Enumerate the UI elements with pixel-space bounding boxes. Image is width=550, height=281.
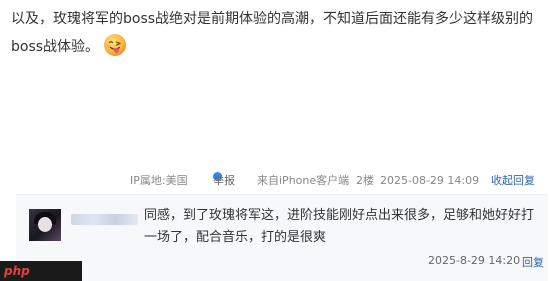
post-text: 以及，玫瑰将军的boss战绝对是前期体验的高潮，不知道后面还能有多少这样级别的b… [11, 11, 534, 55]
avatar[interactable] [29, 209, 61, 241]
site-watermark: php [0, 261, 82, 281]
collapse-replies-button[interactable]: 收起回复 [491, 172, 535, 190]
post-timestamp: 2025-08-29 14:09 [380, 174, 480, 187]
reply-text: 同感，到了玫瑰将军这，进阶技能刚好点出来很多，足够和她好好打一场了，配合音乐，打… [144, 208, 535, 245]
ip-location: IP属地:美国 [130, 174, 188, 187]
reply-button[interactable]: 回复 [522, 254, 544, 270]
client-source: 来自iPhone客户端 [257, 174, 350, 187]
reply-list: 同感，到了玫瑰将军这，进阶技能刚好点出来很多，足够和她好好打一场了，配合音乐，打… [16, 194, 548, 281]
post-container: 以及，玫瑰将军的boss战绝对是前期体验的高潮，不知道后面还能有多少这样级别的b… [0, 0, 550, 281]
report-label: 举报 [213, 174, 235, 187]
floor-number: 2楼 [356, 174, 374, 187]
username-blurred[interactable] [71, 214, 138, 225]
avatar-face [38, 217, 52, 232]
tongue-face-emoji-icon [103, 33, 127, 57]
post-meta-row: IP属地:美国 举报 来自iPhone客户端 2楼 2025-08-29 14:… [0, 172, 540, 190]
reply-timestamp: 2025-8-29 14:20 [428, 254, 521, 267]
watermark-text: php [4, 264, 30, 278]
post-content: 以及，玫瑰将军的boss战绝对是前期体验的高潮，不知道后面还能有多少这样级别的b… [11, 6, 543, 61]
